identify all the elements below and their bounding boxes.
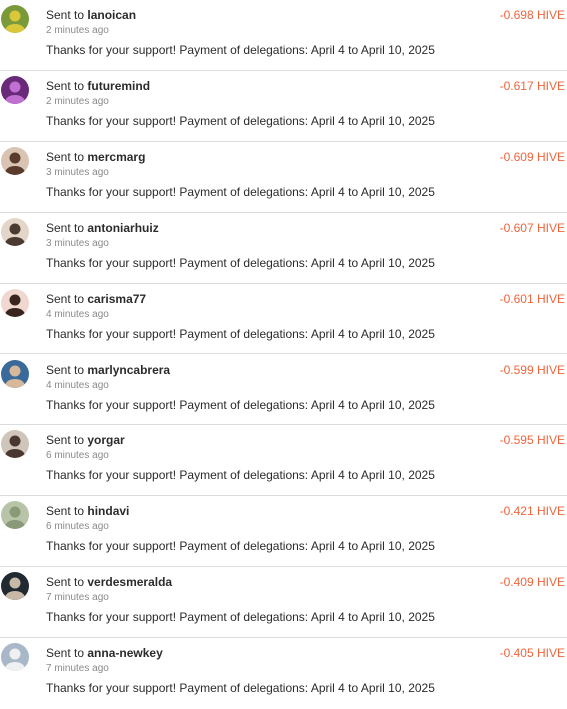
- transfer-amount: -0.698 HIVE: [499, 8, 565, 22]
- sent-to-label: Sent to: [46, 291, 85, 306]
- transfer-memo: Thanks for your support! Payment of dele…: [46, 397, 435, 412]
- recipient-username-link[interactable]: verdesmeralda: [87, 575, 172, 589]
- transfer-amount: -0.609 HIVE: [499, 149, 565, 164]
- transfer-timestamp: 2 minutes ago: [46, 95, 109, 107]
- transfer-recipient-line: Sent to mercmarg: [46, 150, 145, 164]
- transfer-recipient-line: Sent to hindavi: [46, 504, 129, 518]
- transfer-timestamp: 4 minutes ago: [46, 308, 109, 320]
- recipient-username-link[interactable]: antoniarhuiz: [87, 221, 158, 235]
- user-avatar-icon[interactable]: [1, 146, 29, 175]
- transfer-history-list: Sent to lanoican 2 minutes ago Thanks for …: [0, 0, 567, 695]
- transfer-row: Sent to yorgar 6 minutes ago Thanks for yo…: [0, 425, 567, 497]
- user-avatar-icon[interactable]: [1, 217, 29, 246]
- transfer-amount: -0.421 HIVE: [499, 504, 565, 519]
- transfer-timestamp: 3 minutes ago: [46, 166, 109, 178]
- transfer-memo: Thanks for your support! Payment of dele…: [46, 43, 435, 57]
- transfer-timestamp: 4 minutes ago: [46, 379, 109, 391]
- transfer-timestamp: 3 minutes ago: [46, 237, 109, 249]
- transfer-row: Sent to futuremind 2 minutes ago Thanks fo…: [0, 71, 567, 142]
- sent-to-label: Sent to: [46, 362, 85, 377]
- user-avatar-icon[interactable]: [1, 501, 29, 530]
- transfer-amount: -0.617 HIVE: [499, 78, 565, 93]
- transfer-amount: -0.405 HIVE: [499, 646, 565, 661]
- sent-to-label: Sent to: [46, 504, 85, 519]
- transfer-amount: -0.601 HIVE: [499, 291, 565, 306]
- user-avatar-icon[interactable]: [1, 359, 29, 388]
- transfer-memo: Thanks for your support! Payment of dele…: [46, 113, 435, 128]
- recipient-username-link[interactable]: marlyncabrera: [87, 363, 170, 377]
- transfer-timestamp: 6 minutes ago: [46, 450, 109, 462]
- transfer-recipient-line: Sent to verdesmeralda: [46, 575, 172, 589]
- transfer-memo: Thanks for your support! Payment of dele…: [46, 681, 435, 696]
- transfer-recipient-line: Sent to anna-newkey: [46, 646, 163, 660]
- transfer-recipient-line: Sent to marlyncabrera: [46, 363, 170, 377]
- recipient-username-link[interactable]: yorgar: [87, 433, 124, 447]
- recipient-username-link[interactable]: hindavi: [87, 504, 129, 518]
- user-avatar-icon[interactable]: [1, 643, 29, 672]
- transfer-recipient-line: Sent to antoniarhuiz: [46, 221, 159, 235]
- recipient-username-link[interactable]: anna-newkey: [87, 646, 162, 660]
- recipient-username-link[interactable]: carisma77: [87, 292, 146, 306]
- transfer-row: Sent to hindavi 6 minutes ago Thanks for y…: [0, 496, 567, 568]
- transfer-recipient-line: Sent to futuremind: [46, 79, 150, 93]
- transfer-amount: -0.595 HIVE: [499, 433, 565, 448]
- transfer-memo: Thanks for your support! Payment of dele…: [46, 184, 435, 199]
- transfer-amount: -0.409 HIVE: [499, 575, 565, 590]
- transfer-row: Sent to antoniarhuiz 3 minutes ago Thanks …: [0, 213, 567, 284]
- recipient-username-link[interactable]: lanoican: [87, 8, 136, 22]
- sent-to-label: Sent to: [46, 149, 85, 164]
- user-avatar-icon[interactable]: [1, 288, 29, 317]
- transfer-row: Sent to verdesmeralda 7 minutes ago Thanks…: [0, 567, 567, 639]
- transfer-timestamp: 7 minutes ago: [46, 663, 109, 675]
- transfer-memo: Thanks for your support! Payment of dele…: [46, 539, 435, 554]
- transfer-row: Sent to marlyncabrera 4 minutes ago Thanks…: [0, 355, 567, 426]
- user-avatar-icon[interactable]: [1, 75, 29, 104]
- sent-to-label: Sent to: [46, 646, 85, 661]
- transfer-recipient-line: Sent to lanoican: [46, 8, 136, 22]
- transfer-row: Sent to lanoican 2 minutes ago Thanks for …: [0, 0, 567, 71]
- transfer-memo: Thanks for your support! Payment of dele…: [46, 468, 435, 483]
- transfer-timestamp: 2 minutes ago: [46, 25, 109, 36]
- user-avatar-icon[interactable]: [1, 430, 29, 459]
- sent-to-label: Sent to: [46, 8, 85, 22]
- transfer-amount: -0.599 HIVE: [499, 362, 565, 377]
- transfer-row: Sent to anna-newkey 7 minutes ago Thanks f…: [0, 638, 567, 709]
- sent-to-label: Sent to: [46, 78, 85, 93]
- transfer-timestamp: 7 minutes ago: [46, 592, 109, 604]
- transfer-recipient-line: Sent to yorgar: [46, 433, 125, 447]
- user-avatar-icon[interactable]: [1, 572, 29, 601]
- transfer-recipient-line: Sent to carisma77: [46, 292, 146, 306]
- transfer-memo: Thanks for your support! Payment of dele…: [46, 610, 435, 625]
- transfer-amount: -0.607 HIVE: [499, 220, 565, 235]
- transfer-memo: Thanks for your support! Payment of dele…: [46, 255, 435, 270]
- recipient-username-link[interactable]: futuremind: [87, 79, 150, 93]
- transfer-memo: Thanks for your support! Payment of dele…: [46, 326, 435, 341]
- user-avatar-icon[interactable]: [1, 5, 29, 33]
- sent-to-label: Sent to: [46, 433, 85, 448]
- transfer-row: Sent to mercmarg 3 minutes ago Thanks for …: [0, 142, 567, 213]
- recipient-username-link[interactable]: mercmarg: [87, 150, 145, 164]
- transfer-row: Sent to carisma77 4 minutes ago Thanks for…: [0, 284, 567, 355]
- transfer-timestamp: 6 minutes ago: [46, 521, 109, 533]
- sent-to-label: Sent to: [46, 575, 85, 590]
- sent-to-label: Sent to: [46, 220, 85, 235]
